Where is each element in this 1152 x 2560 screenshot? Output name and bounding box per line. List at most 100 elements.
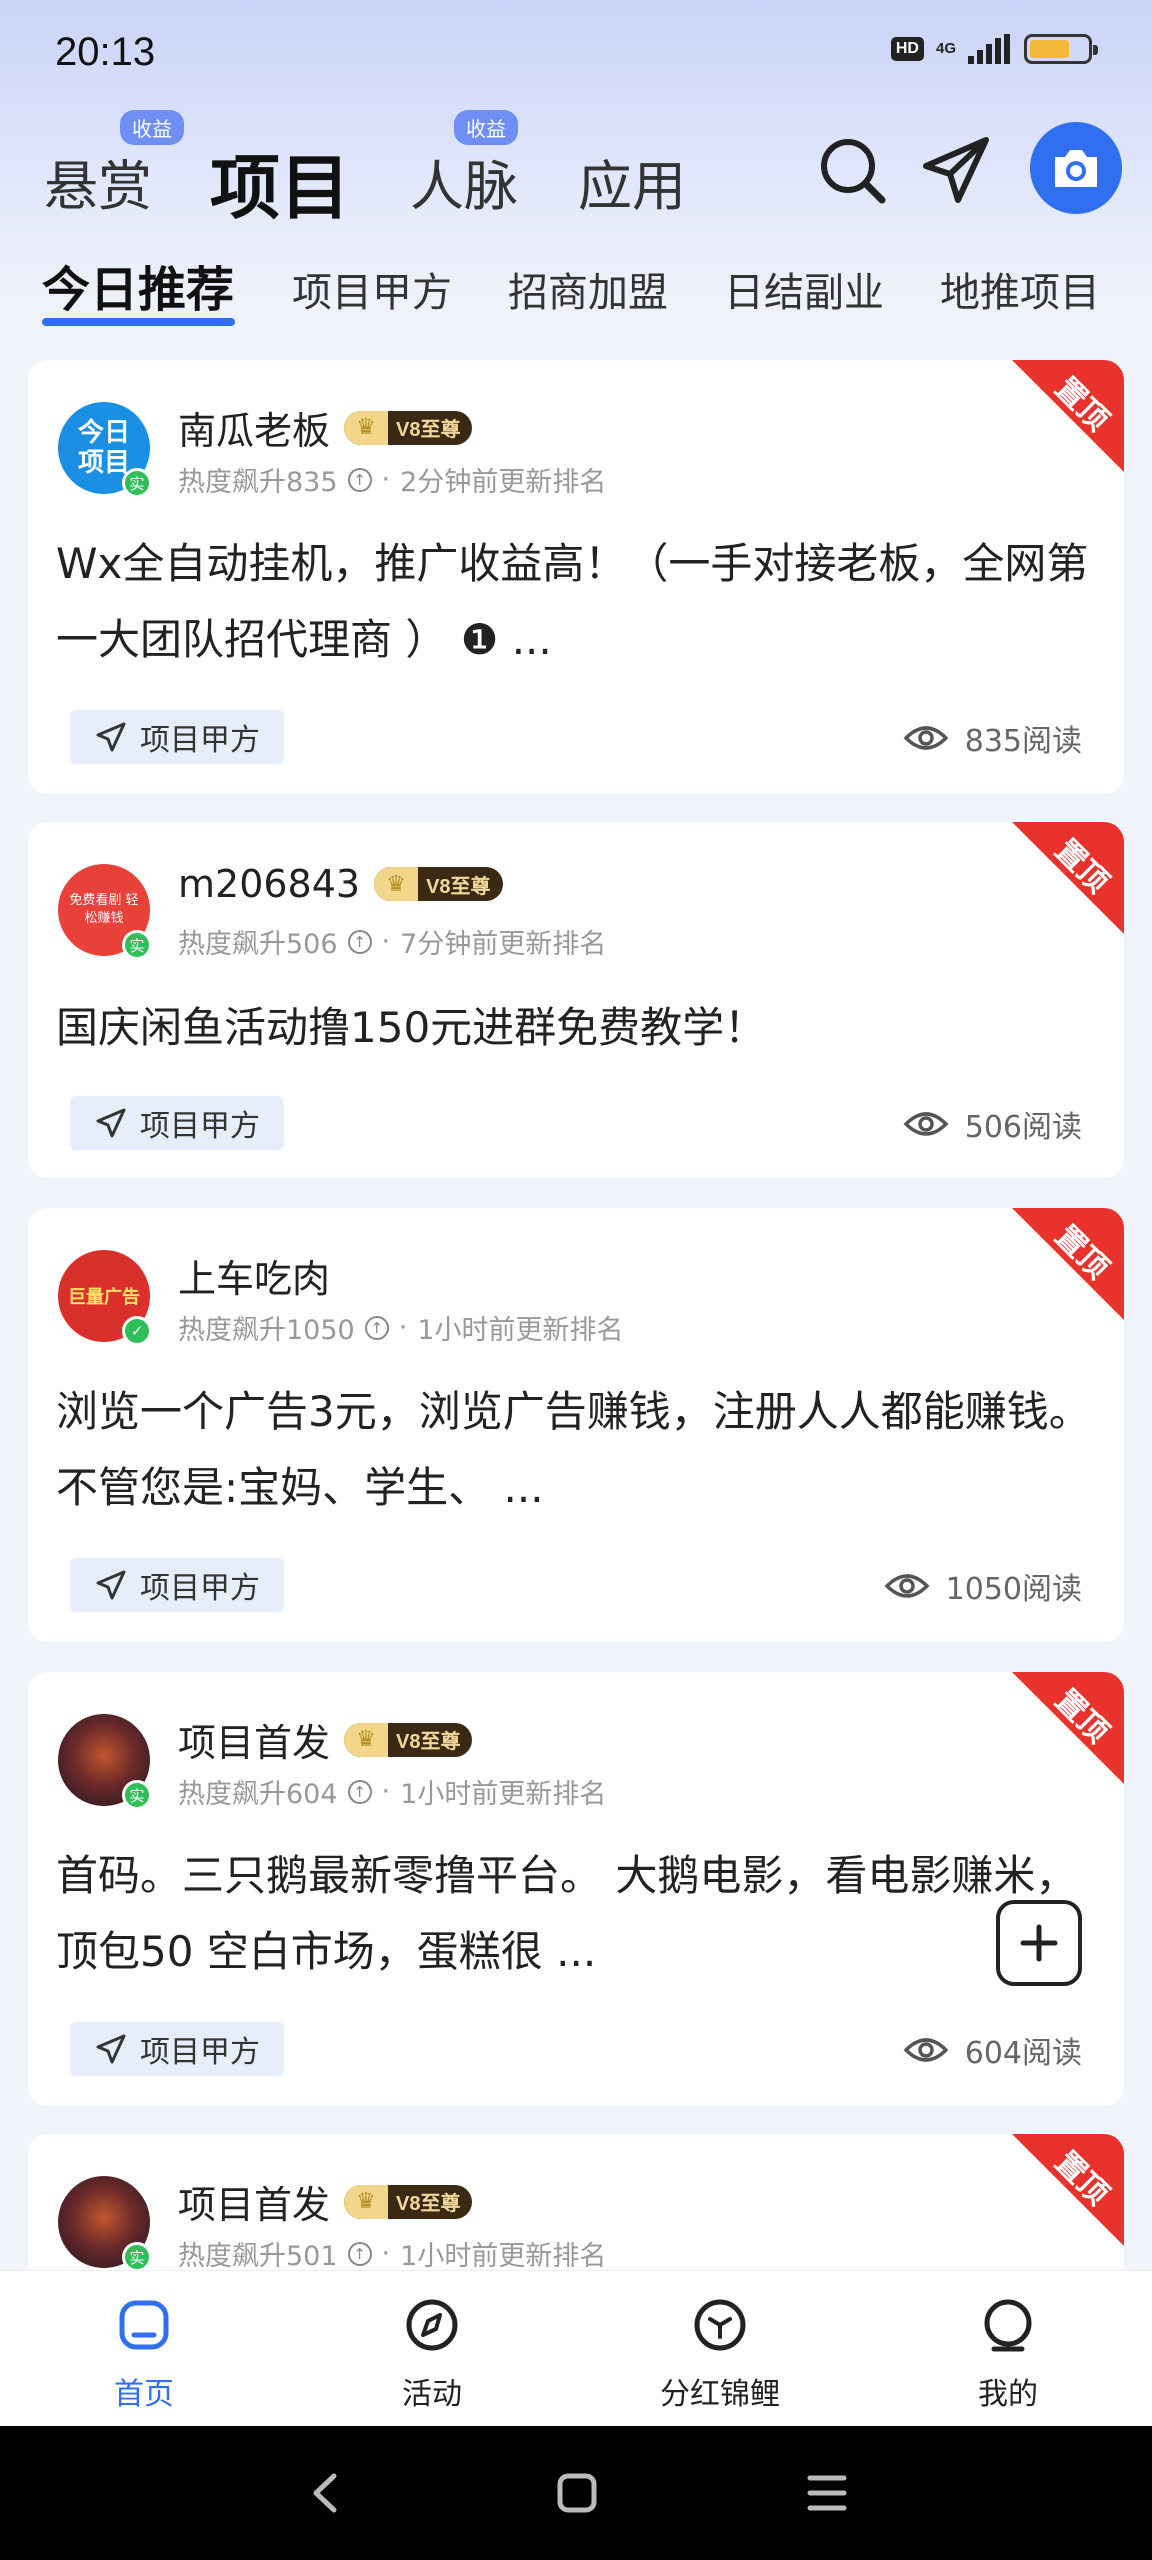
eye-icon <box>903 1112 949 1136</box>
vip-badge: ♛ V8至尊 <box>344 410 473 445</box>
eye-icon <box>884 1574 930 1598</box>
nav-dividend-label: 分红锦鲤 <box>660 2377 780 2412</box>
post-content[interactable]: Wx全自动挂机，推广收益高！（一手对接老板，全网第一大团队招代理商 ） ❶ ..… <box>56 526 1096 678</box>
camera-button[interactable] <box>1030 122 1122 214</box>
cube-icon <box>694 2299 746 2351</box>
plus-icon <box>1020 1924 1058 1962</box>
post-card[interactable]: 置顶 巨量广告 ✓ 上车吃肉 热度飙升1050 ↑ · 1小时前更新排名 浏览一个广… <box>28 1208 1124 1642</box>
send-icon[interactable] <box>916 130 996 210</box>
eye-icon <box>903 2038 949 2062</box>
menu-icon[interactable] <box>804 2470 850 2516</box>
subtab-underline <box>42 318 235 326</box>
pinned-label: 置顶 <box>1047 2144 1116 2213</box>
updated-text: 7分钟前更新排名 <box>400 929 607 960</box>
author-name[interactable]: 项目首发 <box>178 1712 330 1767</box>
verified-badge: 实 <box>122 2242 152 2272</box>
post-tag[interactable]: 项目甲方 <box>70 710 284 764</box>
vip-badge: ♛ V8至尊 <box>344 1722 473 1757</box>
avatar-logo-text: 今日项目 <box>77 418 130 478</box>
heat-text: 热度飙升1050 <box>178 1315 355 1346</box>
status-bar: 20:13 HD 4G <box>0 0 1152 110</box>
avatar-logo-text: 巨量广告 <box>68 1287 140 1308</box>
add-post-button[interactable] <box>996 1900 1082 1986</box>
post-card[interactable]: 置顶 免费看剧 轻松赚钱 实 m206843 ♛ V8至尊 热度飙升506 ↑ · 7… <box>28 822 1124 1178</box>
author-name[interactable]: 南瓜老板 <box>178 400 330 455</box>
author-name[interactable]: 上车吃肉 <box>178 1248 330 1303</box>
post-meta: 热度飙升501 ↑ · 1小时前更新排名 <box>178 2234 606 2273</box>
send-icon <box>96 1108 126 1138</box>
tab-network-label: 人脉 <box>410 155 518 218</box>
nav-activity[interactable]: 活动 <box>332 2295 532 2413</box>
eye-icon <box>903 726 949 750</box>
compass-icon <box>406 2299 458 2351</box>
system-nav-bar <box>0 2426 1152 2560</box>
battery-icon <box>1024 34 1098 64</box>
post-card[interactable]: 置顶 今日项目 实 南瓜老板 ♛ V8至尊 热度飙升835 ↑ · 2分钟前更新排名 … <box>28 360 1124 794</box>
post-tag-label: 项目甲方 <box>140 1571 260 1606</box>
post-tag[interactable]: 项目甲方 <box>70 1558 284 1612</box>
vip-badge: ♛ V8至尊 <box>374 867 503 901</box>
author-row: m206843 ♛ V8至尊 <box>178 862 503 906</box>
subtab-ground-push[interactable]: 地推项目 <box>940 260 1100 318</box>
tab-apps[interactable]: 应用 <box>578 142 686 221</box>
post-content[interactable]: 浏览一个广告3元，浏览广告赚钱，注册人人都能赚钱。 不管您是:宝妈、学生、 ..… <box>56 1374 1096 1526</box>
meta-dot: · <box>381 464 391 495</box>
post-tag-label: 项目甲方 <box>140 1109 260 1144</box>
updated-text: 1小时前更新排名 <box>400 1779 607 1810</box>
crown-icon: ♛ <box>344 410 389 445</box>
subtab-daily-side[interactable]: 日结副业 <box>724 260 884 318</box>
pinned-label: 置顶 <box>1047 1218 1116 1287</box>
meta-dot: · <box>381 2238 391 2269</box>
pinned-ribbon: 置顶 <box>1012 2134 1124 2246</box>
verified-badge: 实 <box>122 1780 152 1810</box>
vip-label: V8至尊 <box>426 875 491 898</box>
subtab-project-owner[interactable]: 项目甲方 <box>292 260 452 318</box>
subtab-today[interactable]: 今日推荐 <box>42 250 234 320</box>
author-name[interactable]: m206843 <box>178 862 360 906</box>
post-card[interactable]: 置顶 实 项目首发 ♛ V8至尊 热度飙升604 ↑ · 1小时前更新排名 首码。三只… <box>28 1672 1124 2106</box>
verified-badge: 实 <box>122 930 152 960</box>
hd-icon: HD <box>890 37 924 61</box>
meta-dot: · <box>398 1312 408 1343</box>
post-tag[interactable]: 项目甲方 <box>70 1096 284 1150</box>
nav-profile[interactable]: 我的 <box>908 2295 1108 2413</box>
view-count-label: 506阅读 <box>964 1110 1082 1145</box>
post-meta: 热度飙升506 ↑ · 7分钟前更新排名 <box>178 922 606 961</box>
bottom-nav: 首页 活动 分红锦鲤 我的 <box>0 2270 1152 2426</box>
pinned-label: 置顶 <box>1047 832 1116 901</box>
tab-reward-label: 悬赏 <box>44 155 152 218</box>
subtab-bar: 今日推荐 项目甲方 招商加盟 日结副业 地推项目 <box>0 240 1152 330</box>
nav-home[interactable]: 首页 <box>44 2295 244 2413</box>
crown-icon: ♛ <box>344 2184 389 2219</box>
meta-dot: · <box>381 926 391 957</box>
tab-apps-label: 应用 <box>578 155 686 218</box>
home-square-icon[interactable] <box>554 2470 600 2516</box>
tab-reward[interactable]: 悬赏 <box>44 142 152 221</box>
post-meta: 热度飙升1050 ↑ · 1小时前更新排名 <box>178 1308 624 1347</box>
post-tag[interactable]: 项目甲方 <box>70 2022 284 2076</box>
verified-badge: 实 <box>122 468 152 498</box>
nav-dividend[interactable]: 分红锦鲤 <box>620 2295 820 2413</box>
back-icon[interactable] <box>304 2470 350 2516</box>
author-name[interactable]: 项目首发 <box>178 2174 330 2229</box>
profile-icon <box>984 2299 1032 2352</box>
tab-reward-badge: 收益 <box>120 110 184 145</box>
tab-network[interactable]: 人脉 <box>410 142 518 221</box>
rank-up-icon: ↑ <box>347 929 372 954</box>
search-icon[interactable] <box>812 130 892 210</box>
tab-project[interactable]: 项目 <box>210 132 350 233</box>
send-icon <box>96 2034 126 2064</box>
heat-text: 热度飙升835 <box>178 467 338 498</box>
view-count: 604阅读 <box>903 2028 1082 2072</box>
header-tabs: 悬赏 收益 项目 人脉 收益 应用 <box>0 110 1152 230</box>
subtab-franchise[interactable]: 招商加盟 <box>508 260 668 318</box>
rank-up-icon: ↑ <box>347 1779 372 1804</box>
status-time: 20:13 <box>55 30 156 74</box>
post-content[interactable]: 国庆闲鱼活动撸150元进群免费教学！ <box>56 990 1096 1066</box>
tab-network-badge: 收益 <box>454 110 518 145</box>
view-count: 506阅读 <box>903 1102 1082 1146</box>
post-content[interactable]: 首码。三只鹅最新零撸平台。 大鹅电影，看电影赚米，顶包50 空白市场，蛋糕很 .… <box>56 1838 1096 1990</box>
pinned-label: 置顶 <box>1047 370 1116 439</box>
rank-up-icon: ↑ <box>364 1315 389 1340</box>
view-count: 835阅读 <box>903 716 1082 760</box>
